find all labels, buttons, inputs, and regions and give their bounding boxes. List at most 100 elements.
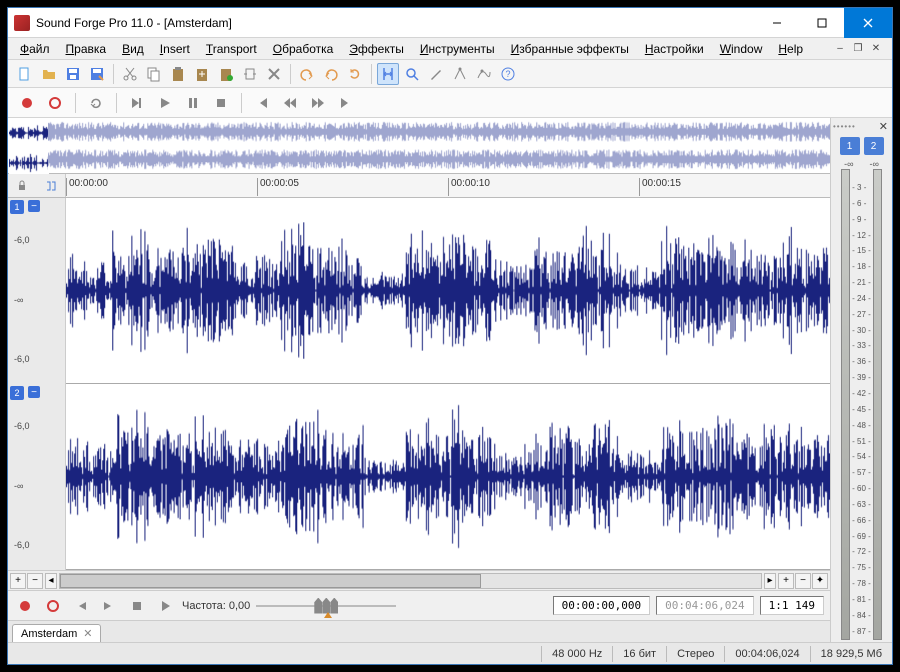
paste-mix-button[interactable]: [191, 63, 213, 85]
help-button[interactable]: ?: [497, 63, 519, 85]
menu-обработка[interactable]: Обработка: [265, 40, 342, 58]
waveform-ch1[interactable]: [66, 198, 830, 384]
save-as-button[interactable]: [86, 63, 108, 85]
new-file-button[interactable]: [14, 63, 36, 85]
record-button-2[interactable]: [14, 595, 36, 617]
envelope-tool-button[interactable]: [473, 63, 495, 85]
magnify-tool-button[interactable]: [401, 63, 423, 85]
go-end-button[interactable]: [335, 92, 357, 114]
maximize-button[interactable]: [799, 8, 844, 38]
delete-button[interactable]: [263, 63, 285, 85]
stop-button[interactable]: [210, 92, 232, 114]
close-panel-icon[interactable]: ✕: [879, 120, 888, 133]
play-button[interactable]: [154, 92, 176, 114]
channel-badge[interactable]: 1: [10, 200, 24, 214]
paste-button[interactable]: [167, 63, 189, 85]
scroll-left-button[interactable]: ◂: [45, 573, 57, 589]
status-samplerate: 48 000 Hz: [541, 646, 612, 662]
save-button[interactable]: [62, 63, 84, 85]
meter-ch1-button[interactable]: 1: [840, 137, 860, 155]
ruler-tick: 00:00:15: [639, 178, 681, 196]
menu-инструменты[interactable]: Инструменты: [412, 40, 503, 58]
document-tabs: Amsterdam ✕: [8, 620, 830, 642]
waveform-ch2[interactable]: [66, 384, 830, 570]
record-arm-button[interactable]: [44, 92, 66, 114]
menu-transport[interactable]: Transport: [198, 40, 265, 58]
scrollbar-thumb[interactable]: [60, 574, 481, 588]
collapse-icon[interactable]: −: [28, 386, 40, 398]
menu-избранные эффекты[interactable]: Избранные эффекты: [503, 40, 637, 58]
undo-button[interactable]: [296, 63, 318, 85]
child-restore-button[interactable]: ❐: [850, 42, 866, 56]
close-button[interactable]: [844, 8, 892, 38]
copy-icon: [146, 66, 162, 82]
play-all-button[interactable]: [126, 92, 148, 114]
db-label: -6,0: [14, 235, 30, 245]
meter-tick: - 42 -: [852, 389, 871, 398]
event-tool-button[interactable]: [449, 63, 471, 85]
menu-insert[interactable]: Insert: [152, 40, 198, 58]
zoom-out-v-button[interactable]: −: [27, 573, 43, 589]
go-end-button-2[interactable]: [98, 595, 120, 617]
cut-icon: [122, 66, 138, 82]
zoom-fit-button[interactable]: ✦: [812, 573, 828, 589]
record-arm-button-2[interactable]: [42, 595, 64, 617]
pause-button[interactable]: [182, 92, 204, 114]
zoom-out-h-button[interactable]: −: [795, 573, 811, 589]
menu-help[interactable]: Help: [770, 40, 811, 58]
open-folder-icon: [41, 66, 57, 82]
time-ruler[interactable]: 00:00:0000:00:0500:00:1000:00:15: [66, 174, 830, 197]
go-start-button-2[interactable]: [70, 595, 92, 617]
lock-icon[interactable]: [11, 175, 33, 197]
draw-tool-button[interactable]: [425, 63, 447, 85]
menu-эффекты[interactable]: Эффекты: [341, 40, 412, 58]
zoom-in-h-button[interactable]: +: [778, 573, 794, 589]
record-button[interactable]: [16, 92, 38, 114]
meter-ch2-button[interactable]: 2: [864, 137, 884, 155]
rate-slider[interactable]: [256, 598, 396, 614]
copy-button[interactable]: [143, 63, 165, 85]
db-label: -6,0: [14, 354, 30, 364]
stop-button-2[interactable]: [126, 595, 148, 617]
paste-new-button[interactable]: [215, 63, 237, 85]
meter-tick: - 33 -: [852, 341, 871, 350]
horizontal-scrollbar[interactable]: [59, 573, 762, 589]
loop-button[interactable]: [85, 92, 107, 114]
scroll-right-button[interactable]: ▸: [764, 573, 776, 589]
zoom-in-v-button[interactable]: +: [10, 573, 26, 589]
child-min-button[interactable]: –: [832, 42, 848, 56]
bottom-transport-row: Частота: 0,00 00:00:00,000 00:04:06,024 …: [8, 590, 830, 620]
menu-вид[interactable]: Вид: [114, 40, 152, 58]
waveform-area[interactable]: [66, 198, 830, 570]
paste-mix-icon: [194, 66, 210, 82]
open-folder-button[interactable]: [38, 63, 60, 85]
menu-файл[interactable]: Файл: [12, 40, 58, 58]
main-toolbar: ?: [8, 60, 892, 88]
ruler-tick: 00:00:05: [257, 178, 299, 196]
overview-main[interactable]: [48, 118, 830, 173]
redo-button[interactable]: [320, 63, 342, 85]
menu-window[interactable]: Window: [712, 40, 771, 58]
forward-button[interactable]: [307, 92, 329, 114]
meter-tick: - 12 -: [852, 231, 871, 240]
panel-grip-icon[interactable]: ••••••: [833, 122, 856, 131]
go-start-button[interactable]: [251, 92, 273, 114]
rewind-button[interactable]: [279, 92, 301, 114]
minimize-button[interactable]: [754, 8, 799, 38]
play-button-2[interactable]: [154, 595, 176, 617]
document-tab[interactable]: Amsterdam ✕: [12, 624, 101, 642]
zoom-ratio[interactable]: 1:1 149: [760, 596, 824, 615]
selection-tool-button[interactable]: [377, 63, 399, 85]
collapse-icon[interactable]: −: [28, 200, 40, 212]
cut-button[interactable]: [119, 63, 141, 85]
channel-badge[interactable]: 2: [10, 386, 24, 400]
menu-настройки[interactable]: Настройки: [637, 40, 712, 58]
repeat-button[interactable]: [344, 63, 366, 85]
close-tab-icon[interactable]: ✕: [83, 627, 92, 640]
time-current[interactable]: 00:00:00,000: [553, 596, 650, 615]
overview-waveform[interactable]: [8, 118, 830, 174]
menu-правка[interactable]: Правка: [58, 40, 115, 58]
snap-icon[interactable]: [40, 175, 62, 197]
child-close-button[interactable]: ✕: [868, 42, 884, 56]
trim-button[interactable]: [239, 63, 261, 85]
